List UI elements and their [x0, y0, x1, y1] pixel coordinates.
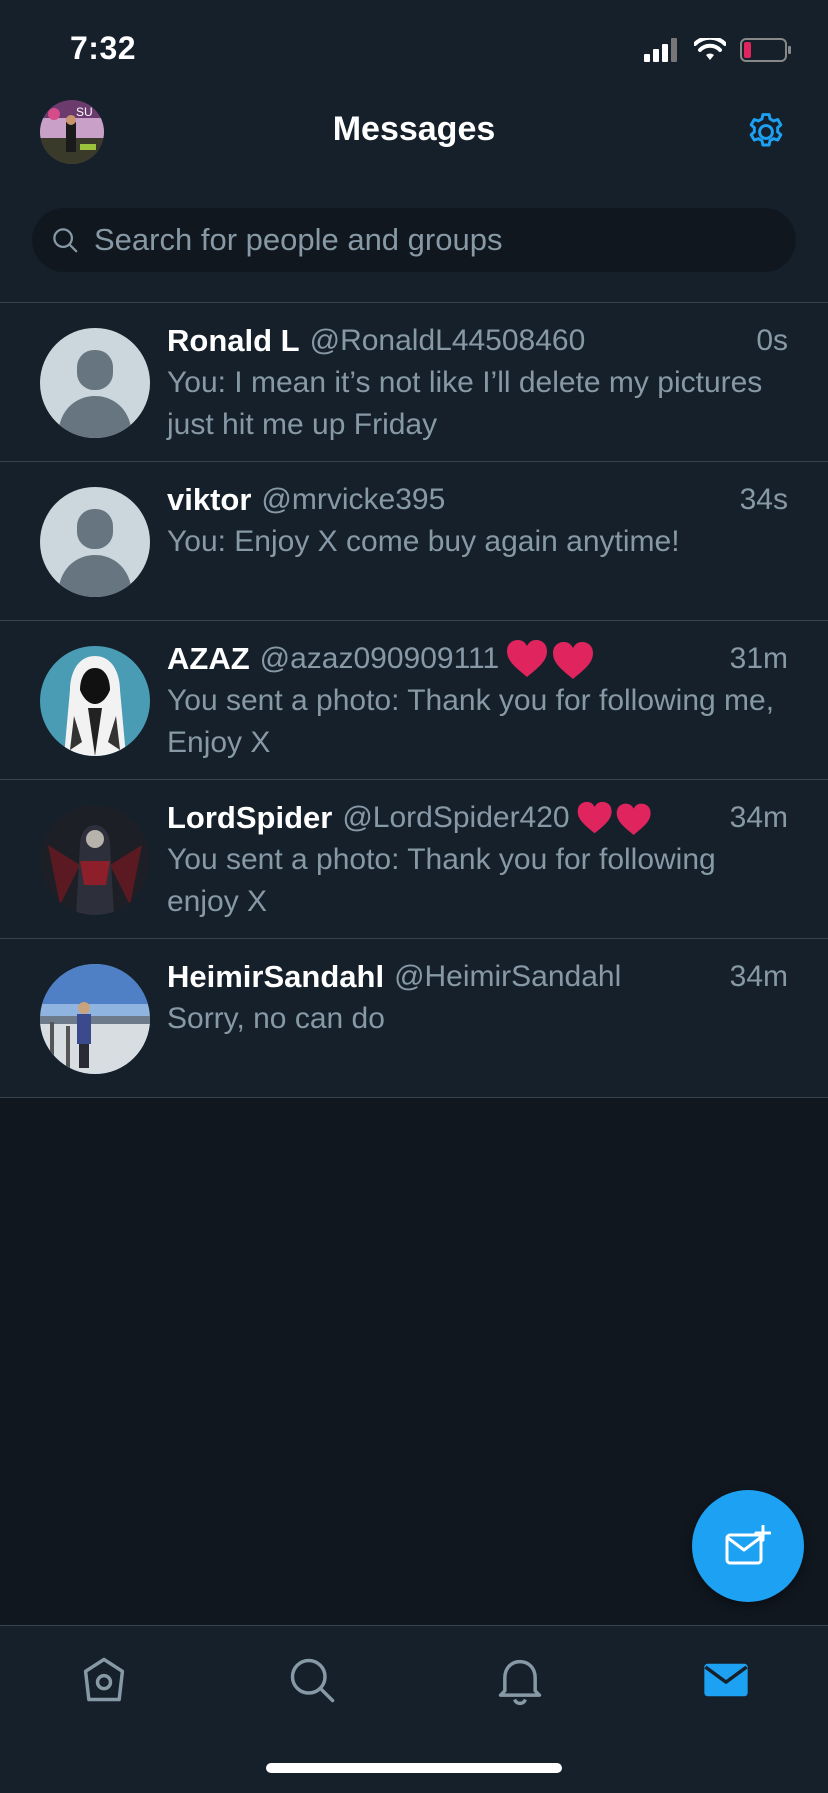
page-title: Messages — [332, 110, 496, 148]
conversation-handle: @azaz090909111 — [259, 642, 500, 675]
search-icon[interactable] — [286, 1654, 338, 1706]
dark-character-avatar[interactable] — [40, 805, 150, 915]
conversation-header: HeimirSandahl @HeimirSandahl 34m — [167, 957, 788, 997]
conversation-preview: You: I mean it’s not like I’ll delete my… — [167, 366, 763, 441]
conversation-row[interactable]: HeimirSandahl @HeimirSandahl 34m Sorry, … — [0, 939, 828, 1098]
conversation-preview: You sent a photo: Thank you for followin… — [167, 684, 775, 759]
two-hearts-icon — [505, 637, 597, 681]
battery-low-icon — [740, 38, 791, 62]
conversation-header: viktor @mrvicke395 34s — [167, 480, 788, 520]
conversation-header: AZAZ @azaz090909111 31m — [167, 639, 788, 679]
conversation-handle: @mrvicke395 — [261, 483, 446, 516]
search-input[interactable] — [92, 221, 796, 259]
conversation-list: Ronald L @RonaldL44508460 0s You: I mean… — [0, 303, 828, 1098]
conversation-name: viktor — [167, 482, 252, 517]
default-avatar-image — [40, 487, 150, 597]
new-message-icon — [725, 1525, 771, 1565]
wifi-icon — [694, 38, 726, 60]
default-avatar[interactable] — [40, 487, 150, 597]
photo-avatar[interactable] — [40, 964, 150, 1074]
default-avatar-image — [40, 328, 150, 438]
conversation-row[interactable]: Ronald L @RonaldL44508460 0s You: I mean… — [0, 303, 828, 462]
conversation-row[interactable]: AZAZ @azaz090909111 31m You sent a photo… — [0, 621, 828, 780]
default-avatar[interactable] — [40, 328, 150, 438]
dark-character-avatar-image — [40, 805, 150, 915]
conversation-name: Ronald L — [167, 323, 300, 358]
status-icons — [644, 36, 792, 64]
conversation-name: HeimirSandahl — [167, 959, 385, 994]
status-time: 7:32 — [70, 30, 137, 66]
hooded-figure-avatar[interactable] — [40, 646, 150, 756]
search-box[interactable] — [32, 208, 796, 272]
conversation-row[interactable]: viktor @mrvicke395 34s You: Enjoy X come… — [0, 462, 828, 621]
gear-icon[interactable] — [744, 110, 788, 154]
home-icon[interactable] — [78, 1654, 130, 1706]
status-bar: 7:32 — [0, 0, 828, 96]
header: SU Messages — [0, 96, 828, 303]
conversation-row[interactable]: LordSpider @LordSpider420 34m You sent a… — [0, 780, 828, 939]
conversation-header: Ronald L @RonaldL44508460 0s — [167, 321, 788, 361]
two-hearts-icon — [576, 799, 654, 837]
conversation-time: 0s — [756, 324, 788, 357]
conversation-preview: Sorry, no can do — [167, 1002, 385, 1035]
photo-avatar-image — [40, 964, 150, 1074]
home-indicator[interactable] — [266, 1763, 562, 1773]
hooded-figure-avatar-image — [40, 646, 150, 756]
conversation-handle: @HeimirSandahl — [394, 960, 622, 993]
conversation-preview: You: Enjoy X come buy again anytime! — [167, 525, 680, 558]
bell-icon[interactable] — [494, 1654, 546, 1706]
conversation-time: 31m — [729, 642, 788, 675]
mail-icon[interactable] — [700, 1654, 752, 1706]
new-message-button[interactable] — [692, 1490, 804, 1602]
search-icon — [53, 228, 78, 253]
conversation-name: AZAZ — [167, 641, 250, 676]
conversation-name: LordSpider — [167, 800, 333, 835]
conversation-time: 34m — [729, 801, 788, 834]
conversation-preview: You sent a photo: Thank you for followin… — [167, 843, 716, 918]
conversation-time: 34s — [739, 483, 788, 516]
conversation-handle: @LordSpider420 — [342, 801, 570, 834]
conversation-handle: @RonaldL44508460 — [309, 324, 586, 357]
signal-icon — [644, 38, 677, 62]
conversation-time: 34m — [729, 960, 788, 993]
conversation-header: LordSpider @LordSpider420 34m — [167, 798, 788, 838]
